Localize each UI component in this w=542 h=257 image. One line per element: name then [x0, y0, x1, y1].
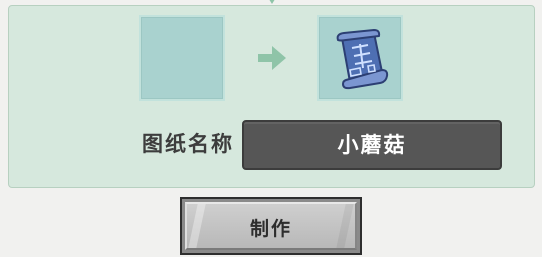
arrow-right-icon: [258, 46, 286, 70]
craft-button-face: 制作: [185, 202, 357, 250]
output-slot[interactable]: [317, 15, 403, 101]
blueprint-scroll-icon: [336, 29, 389, 90]
craft-button[interactable]: 制作: [180, 197, 362, 255]
craft-button-label: 制作: [249, 218, 292, 240]
crafting-screen: 图纸名称 小蘑菇 制作: [0, 0, 542, 257]
input-slot[interactable]: [139, 15, 225, 101]
blueprint-name-field[interactable]: 小蘑菇: [242, 120, 502, 170]
blueprint-name-label: 图纸名称: [142, 132, 234, 156]
connector-arrow-icon: [267, 0, 277, 4]
